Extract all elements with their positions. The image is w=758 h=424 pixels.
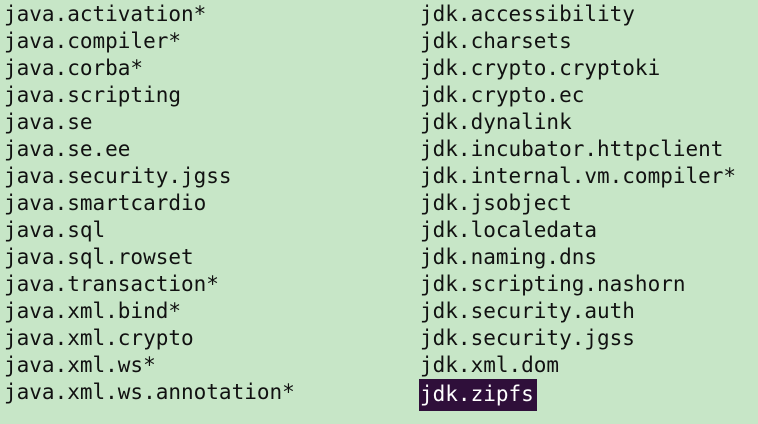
- module-entry: jdk.dynalink: [420, 109, 736, 136]
- selected-module-entry[interactable]: jdk.zipfs: [419, 379, 736, 411]
- module-entry: java.sql: [4, 217, 295, 244]
- module-name: java.xml.bind*: [4, 299, 182, 323]
- module-name: jdk.localedata: [420, 218, 598, 242]
- module-entry: jdk.crypto.ec: [420, 82, 736, 109]
- module-name: jdk.crypto.cryptoki: [420, 56, 661, 80]
- selected-module-name[interactable]: jdk.zipfs: [419, 379, 537, 411]
- module-name: jdk.security.auth: [420, 299, 635, 323]
- module-name: jdk.accessibility: [420, 2, 635, 26]
- module-entry: jdk.security.auth: [420, 298, 736, 325]
- module-entry: java.se: [4, 109, 295, 136]
- module-name: java.xml.ws.annotation*: [4, 380, 295, 404]
- right-module-column: jdk.accessibility jdk.charsets jdk.crypt…: [419, 1, 736, 411]
- module-entry: jdk.naming.dns: [420, 244, 736, 271]
- module-entry: java.corba*: [4, 55, 295, 82]
- terminal-output: java.activation* java.compiler* java.cor…: [0, 0, 758, 424]
- module-name: jdk.jsobject: [420, 191, 572, 215]
- module-entry: java.xml.bind*: [4, 298, 295, 325]
- module-name: java.sql: [4, 218, 106, 242]
- module-entry: java.se.ee: [4, 136, 295, 163]
- module-entry: jdk.crypto.cryptoki: [420, 55, 736, 82]
- module-entry: jdk.xml.dom: [420, 352, 736, 379]
- module-entry: jdk.security.jgss: [420, 325, 736, 352]
- module-name: jdk.incubator.httpclient: [420, 137, 724, 161]
- module-name: java.smartcardio: [4, 191, 207, 215]
- module-name: java.se: [4, 110, 93, 134]
- module-entry: jdk.internal.vm.compiler*: [420, 163, 736, 190]
- module-entry: java.security.jgss: [4, 163, 295, 190]
- module-name: jdk.internal.vm.compiler*: [420, 164, 737, 188]
- module-entry: jdk.accessibility: [420, 1, 736, 28]
- module-name: jdk.scripting.nashorn: [420, 272, 686, 296]
- module-name: jdk.security.jgss: [420, 326, 635, 350]
- module-name: java.compiler*: [4, 29, 182, 53]
- module-name: java.xml.crypto: [4, 326, 194, 350]
- module-entry: java.sql.rowset: [4, 244, 295, 271]
- module-name: jdk.xml.dom: [420, 353, 560, 377]
- module-entry: java.smartcardio: [4, 190, 295, 217]
- module-name: jdk.naming.dns: [420, 245, 598, 269]
- module-name: jdk.charsets: [420, 29, 572, 53]
- module-entry: java.xml.ws*: [4, 352, 295, 379]
- module-entry: java.xml.ws.annotation*: [4, 379, 295, 406]
- module-name: java.transaction*: [4, 272, 219, 296]
- module-name: java.scripting: [4, 83, 182, 107]
- module-entry: jdk.scripting.nashorn: [420, 271, 736, 298]
- module-name: java.activation*: [4, 2, 207, 26]
- module-name: java.security.jgss: [4, 164, 232, 188]
- module-entry: java.transaction*: [4, 271, 295, 298]
- module-entry: jdk.charsets: [420, 28, 736, 55]
- module-entry: jdk.incubator.httpclient: [420, 136, 736, 163]
- module-name: java.sql.rowset: [4, 245, 194, 269]
- left-module-column: java.activation* java.compiler* java.cor…: [4, 1, 295, 406]
- module-entry: jdk.localedata: [420, 217, 736, 244]
- module-name: java.se.ee: [4, 137, 131, 161]
- module-name: java.xml.ws*: [4, 353, 156, 377]
- module-name: jdk.dynalink: [420, 110, 572, 134]
- module-name: java.corba*: [4, 56, 144, 80]
- module-entry: jdk.jsobject: [420, 190, 736, 217]
- module-entry: java.scripting: [4, 82, 295, 109]
- module-entry: java.xml.crypto: [4, 325, 295, 352]
- module-entry: java.activation*: [4, 1, 295, 28]
- module-name: jdk.crypto.ec: [420, 83, 585, 107]
- module-entry: java.compiler*: [4, 28, 295, 55]
